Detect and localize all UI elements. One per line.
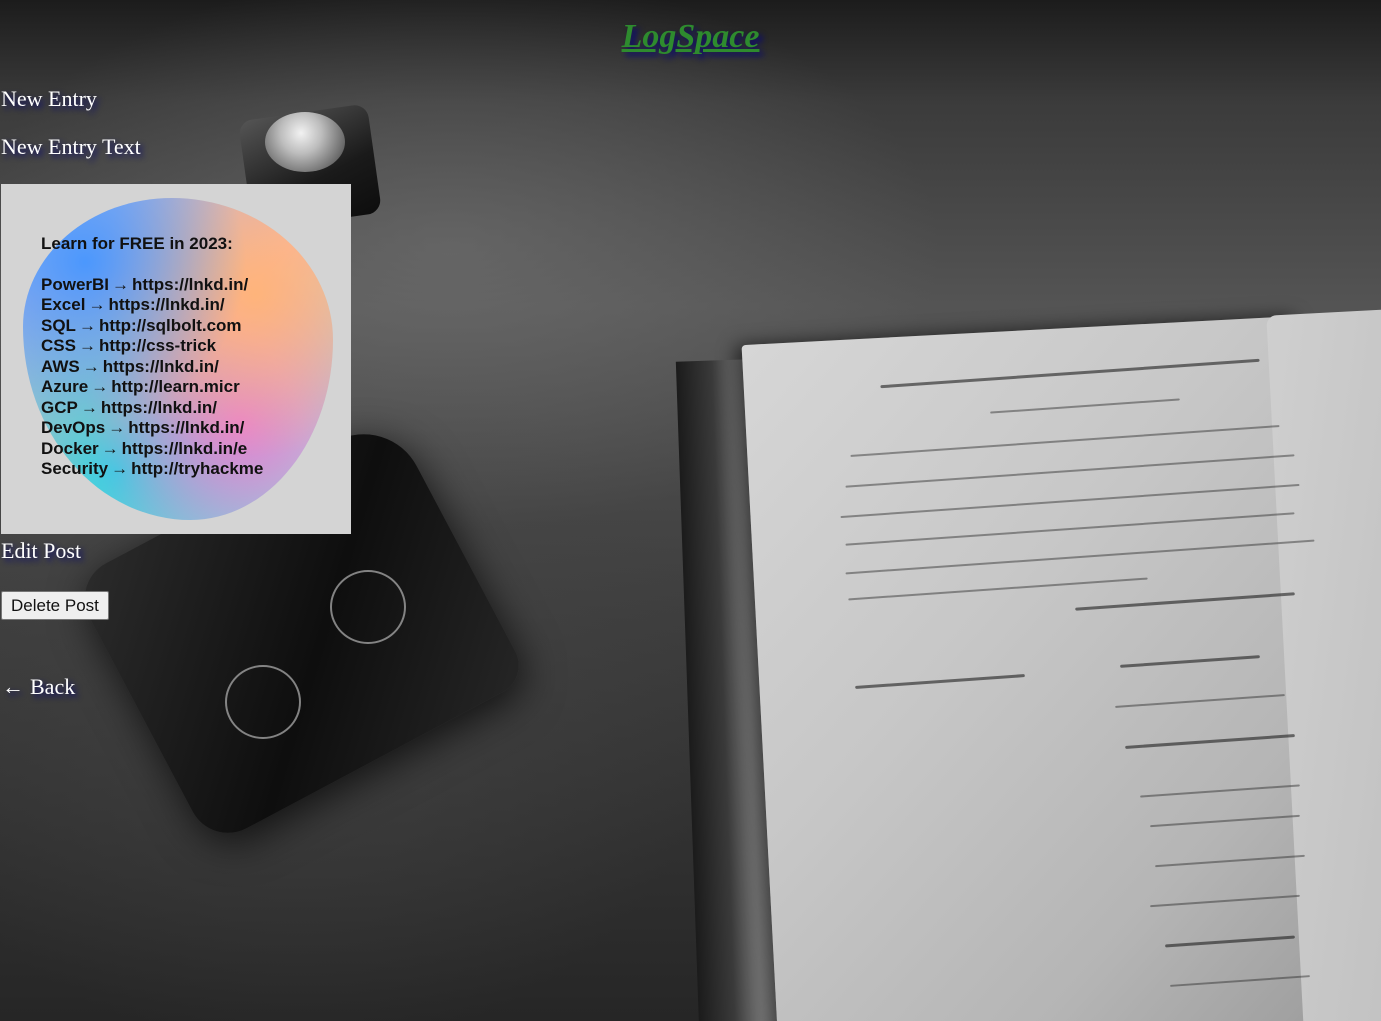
post-image-line-name: AWS [41, 356, 80, 376]
post-image-line-name: SQL [41, 315, 76, 335]
post-image-line-name: Azure [41, 377, 89, 396]
arrow-right-icon: → [88, 295, 106, 314]
back-link-label: Back [30, 674, 76, 699]
post-image-text: Learn for FREE in 2023: PowerBI → https://… [41, 234, 263, 480]
post-image-line-name: Security [41, 459, 109, 478]
entry-title: New Entry [1, 86, 97, 111]
post-image-line-url: http://css-trick [98, 336, 217, 355]
post-image-line-url: https://lnkd.in/ [108, 295, 225, 314]
arrow-right-icon: → [108, 418, 126, 437]
post-image-line: DevOps → https://lnkd.in/ [41, 418, 263, 439]
entry-text: New Entry Text [1, 134, 141, 159]
post-image-line-name: Excel [41, 295, 86, 314]
post-image-line-url: http://tryhackme [131, 459, 264, 478]
arrow-left-icon: ← [2, 674, 24, 699]
post-image-list: PowerBI → https://lnkd.in/Excel → https://ln… [41, 275, 263, 480]
post-image-line-name: Docker [41, 438, 99, 458]
inkwell-cap-decoration [265, 112, 345, 172]
back-link[interactable]: ← Back [2, 674, 75, 700]
delete-post-button[interactable]: Delete Post [1, 591, 109, 620]
glasses-lens-decoration [330, 570, 406, 644]
ledger-page-decoration [741, 315, 1339, 1021]
edit-post-link[interactable]: Edit Post [1, 538, 81, 564]
arrow-right-icon: → [91, 377, 109, 396]
post-image-line: Azure → http://learn.micr [41, 377, 263, 398]
post-image-line: Docker → https://lnkd.in/e [41, 439, 263, 460]
glasses-lens-decoration [225, 665, 301, 739]
post-image-line-name: GCP [41, 397, 78, 417]
post-image-line-name: PowerBI [41, 274, 110, 294]
post-image-line-url: https://lnkd.in/ [132, 274, 249, 294]
post-image-line-url: https://lnkd.in/ [100, 397, 217, 417]
post-image-line: GCP → https://lnkd.in/ [41, 398, 263, 419]
post-image-line: SQL → http://sqlbolt.com [41, 316, 263, 337]
post-image-line-name: CSS [41, 336, 76, 355]
post-image-line: AWS → https://lnkd.in/ [41, 357, 263, 378]
arrow-right-icon: → [112, 274, 130, 294]
post-image-line: Security → http://tryhackme [41, 459, 263, 480]
arrow-right-icon: → [78, 315, 96, 335]
post-image-line-url: http://sqlbolt.com [98, 315, 242, 335]
arrow-right-icon: → [78, 336, 96, 355]
arrow-right-icon: → [101, 438, 119, 458]
post-image-line: PowerBI → https://lnkd.in/ [41, 275, 263, 296]
site-title-link[interactable]: LogSpace [0, 18, 1381, 56]
post-image-line-url: http://learn.micr [111, 377, 240, 396]
post-image-line-url: https://lnkd.in/ [102, 356, 219, 376]
arrow-right-icon: → [111, 459, 129, 478]
post-image-line-url: https://lnkd.in/ [128, 418, 245, 437]
post-image-line-name: DevOps [41, 418, 106, 437]
post-image-line-url: https://lnkd.in/e [121, 438, 248, 458]
post-image-line: Excel → https://lnkd.in/ [41, 295, 263, 316]
post-image: Learn for FREE in 2023: PowerBI → https://… [1, 184, 351, 534]
post-image-line: CSS → http://css-trick [41, 336, 263, 357]
arrow-right-icon: → [82, 356, 100, 376]
arrow-right-icon: → [80, 397, 98, 417]
post-image-heading: Learn for FREE in 2023: [41, 234, 233, 253]
